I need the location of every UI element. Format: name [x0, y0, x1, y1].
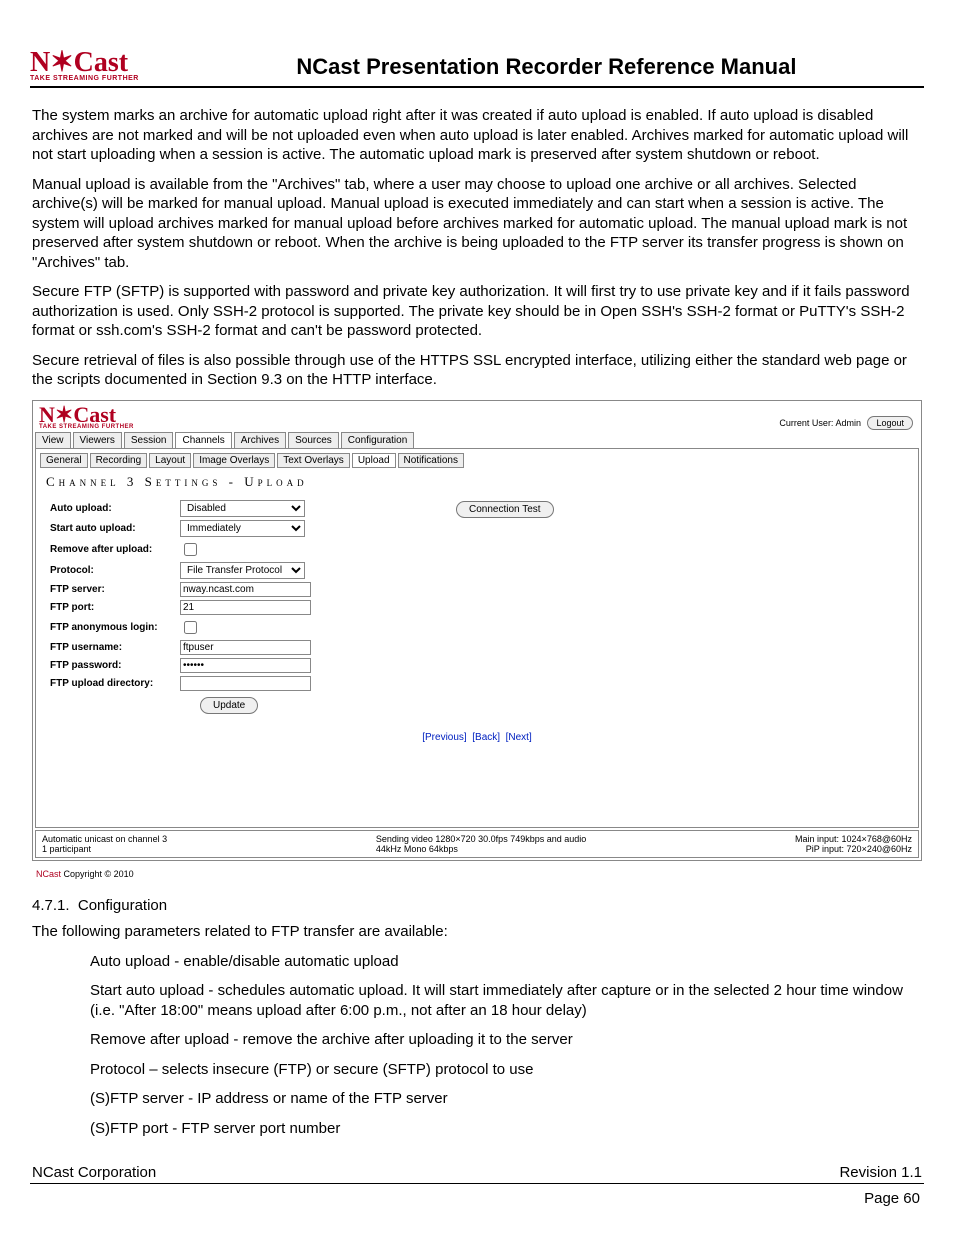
- page-header: N✶Cast TAKE STREAMING FURTHER NCast Pres…: [30, 50, 924, 88]
- logout-button[interactable]: Logout: [867, 416, 913, 430]
- paragraph: The system marks an archive for automati…: [30, 106, 924, 165]
- status-mid-1: Sending video 1280×720 30.0fps 749kbps a…: [376, 834, 586, 844]
- nav-back[interactable]: [Back]: [472, 732, 500, 743]
- tab-session[interactable]: Session: [124, 432, 174, 448]
- label-protocol: Protocol:: [50, 565, 180, 576]
- list-item: Remove after upload - remove the archive…: [90, 1030, 914, 1050]
- main-tabs: View Viewers Session Channels Archives S…: [33, 432, 921, 448]
- paragraph: Manual upload is available from the "Arc…: [30, 175, 924, 273]
- list-item: Start auto upload - schedules automatic …: [90, 981, 914, 1020]
- status-right-2: PiP input: 720×240@60Hz: [795, 844, 912, 854]
- doc-title: NCast Presentation Recorder Reference Ma…: [169, 54, 924, 82]
- select-protocol[interactable]: File Transfer Protocol: [180, 562, 305, 579]
- nav-previous[interactable]: [Previous]: [422, 732, 466, 743]
- input-ftp-password[interactable]: [180, 658, 311, 673]
- sub-tabs: General Recording Layout Image Overlays …: [40, 453, 914, 468]
- status-mid-2: 44kHz Mono 64kbps: [376, 844, 586, 854]
- tab-viewers[interactable]: Viewers: [73, 432, 122, 448]
- status-bar: Automatic unicast on channel 3 1 partici…: [35, 830, 919, 858]
- subtab-image-overlays[interactable]: Image Overlays: [193, 453, 275, 468]
- current-user-label: Current User: Admin: [779, 418, 861, 428]
- logo-tag: TAKE STREAMING FURTHER: [30, 75, 139, 82]
- tab-archives[interactable]: Archives: [234, 432, 286, 448]
- label-ftp-port: FTP port:: [50, 602, 180, 613]
- list-item: (S)FTP port - FTP server port number: [90, 1119, 914, 1139]
- checkbox-remove-after[interactable]: [184, 543, 197, 556]
- input-ftp-server[interactable]: [180, 582, 311, 597]
- shot-copyright: NCast Copyright © 2010: [30, 867, 924, 879]
- status-left-1: Automatic unicast on channel 3: [42, 834, 167, 844]
- section-title: Configuration: [78, 897, 167, 914]
- section-intro: The following parameters related to FTP …: [30, 922, 924, 942]
- list-item: Protocol – selects insecure (FTP) or sec…: [90, 1060, 914, 1080]
- nav-links: [Previous] [Back] [Next]: [40, 732, 914, 743]
- status-right-1: Main input: 1024×768@60Hz: [795, 834, 912, 844]
- input-ftp-port[interactable]: [180, 600, 311, 615]
- panel-title: Channel 3 Settings - Upload: [46, 474, 914, 490]
- shot-logo: N✶Cast TAKE STREAMING FURTHER: [39, 405, 134, 431]
- label-ftp-updir: FTP upload directory:: [50, 678, 180, 689]
- tab-configuration[interactable]: Configuration: [341, 432, 414, 448]
- logo-main: N✶Cast: [30, 50, 128, 75]
- subtab-general[interactable]: General: [40, 453, 88, 468]
- subtab-recording[interactable]: Recording: [90, 453, 148, 468]
- nav-next[interactable]: [Next]: [506, 732, 532, 743]
- page-footer: NCast Corporation Revision 1.1: [30, 1164, 924, 1184]
- logo: N✶Cast TAKE STREAMING FURTHER: [30, 50, 139, 82]
- update-button[interactable]: Update: [200, 697, 258, 714]
- input-ftp-updir[interactable]: [180, 676, 311, 691]
- subtab-notifications[interactable]: Notifications: [398, 453, 464, 468]
- connection-test-button[interactable]: Connection Test: [456, 501, 554, 518]
- subtab-text-overlays[interactable]: Text Overlays: [277, 453, 350, 468]
- subtab-layout[interactable]: Layout: [149, 453, 191, 468]
- label-ftp-username: FTP username:: [50, 642, 180, 653]
- status-left-2: 1 participant: [42, 844, 167, 854]
- paragraph: Secure retrieval of files is also possib…: [30, 351, 924, 390]
- label-ftp-password: FTP password:: [50, 660, 180, 671]
- embedded-screenshot: N✶Cast TAKE STREAMING FURTHER Current Us…: [32, 400, 922, 862]
- label-remove-after: Remove after upload:: [50, 544, 180, 555]
- label-ftp-server: FTP server:: [50, 584, 180, 595]
- tab-channels[interactable]: Channels: [175, 432, 231, 448]
- footer-left: NCast Corporation: [32, 1164, 156, 1181]
- input-ftp-username[interactable]: [180, 640, 311, 655]
- subtab-upload[interactable]: Upload: [352, 453, 396, 468]
- checkbox-ftp-anon[interactable]: [184, 621, 197, 634]
- select-auto-upload[interactable]: Disabled: [180, 500, 305, 517]
- upload-form: Auto upload: Disabled Start auto upload:…: [50, 500, 914, 714]
- tab-sources[interactable]: Sources: [288, 432, 339, 448]
- settings-panel: General Recording Layout Image Overlays …: [35, 448, 919, 828]
- footer-right: Revision 1.1: [839, 1164, 922, 1181]
- tab-view[interactable]: View: [35, 432, 71, 448]
- label-start-auto: Start auto upload:: [50, 523, 180, 534]
- parameter-list: Auto upload - enable/disable automatic u…: [90, 952, 914, 1139]
- section-heading: 4.7.1. Configuration: [32, 897, 924, 914]
- page-number: Page 60: [30, 1184, 924, 1207]
- shot-logo-tag: TAKE STREAMING FURTHER: [39, 424, 134, 430]
- section-number: 4.7.1.: [32, 897, 70, 914]
- paragraph: Secure FTP (SFTP) is supported with pass…: [30, 282, 924, 341]
- list-item: (S)FTP server - IP address or name of th…: [90, 1089, 914, 1109]
- label-auto-upload: Auto upload:: [50, 503, 180, 514]
- shot-logo-main: N✶Cast: [39, 405, 116, 425]
- list-item: Auto upload - enable/disable automatic u…: [90, 952, 914, 972]
- current-user: Current User: Admin Logout: [779, 416, 913, 430]
- label-ftp-anon: FTP anonymous login:: [50, 622, 180, 633]
- select-start-auto[interactable]: Immediately: [180, 520, 305, 537]
